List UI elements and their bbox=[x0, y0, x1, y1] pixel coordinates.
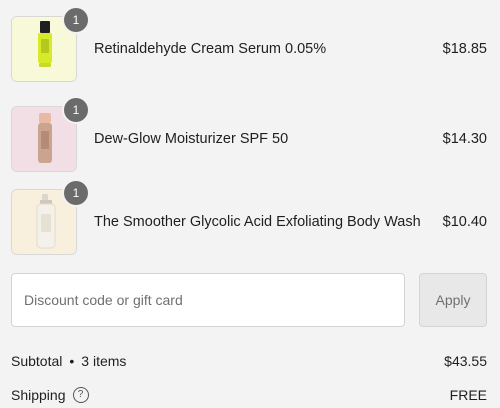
question-circle-icon[interactable]: ? bbox=[72, 387, 89, 403]
product-name: Dew-Glow Moisturizer SPF 50 bbox=[94, 131, 289, 147]
bullet-separator: • bbox=[69, 353, 75, 369]
subtotal-row: Subtotal • 3 items $43.55 bbox=[11, 351, 487, 371]
subtotal-value: $43.55 bbox=[444, 353, 487, 369]
product-name: Retinaldehyde Cream Serum 0.05% bbox=[94, 41, 327, 57]
cart-line-item: 1 The Smoother Glycolic Acid Exfoliating… bbox=[0, 181, 500, 259]
product-price: $14.30 bbox=[442, 131, 487, 147]
quantity-badge: 1 bbox=[64, 181, 88, 205]
product-name: The Smoother Glycolic Acid Exfoliating B… bbox=[94, 214, 421, 230]
item-count: 3 items bbox=[81, 353, 127, 369]
discount-code-input[interactable] bbox=[11, 273, 405, 327]
quantity-badge: 1 bbox=[64, 98, 88, 122]
product-price: $10.40 bbox=[442, 214, 487, 230]
shipping-row: Shipping ? FREE bbox=[11, 385, 487, 405]
quantity-badge: 1 bbox=[64, 8, 88, 32]
product-price: $18.85 bbox=[442, 41, 487, 57]
apply-discount-button[interactable]: Apply bbox=[419, 273, 487, 327]
cart-line-item: 1 Dew-Glow Moisturizer SPF 50 $14.30 bbox=[0, 98, 500, 176]
shipping-label: Shipping bbox=[11, 387, 66, 403]
shipping-value: FREE bbox=[449, 387, 487, 403]
subtotal-label: Subtotal bbox=[11, 353, 63, 369]
cart-line-item: 1 Retinaldehyde Cream Serum 0.05% $18.85 bbox=[0, 8, 500, 86]
